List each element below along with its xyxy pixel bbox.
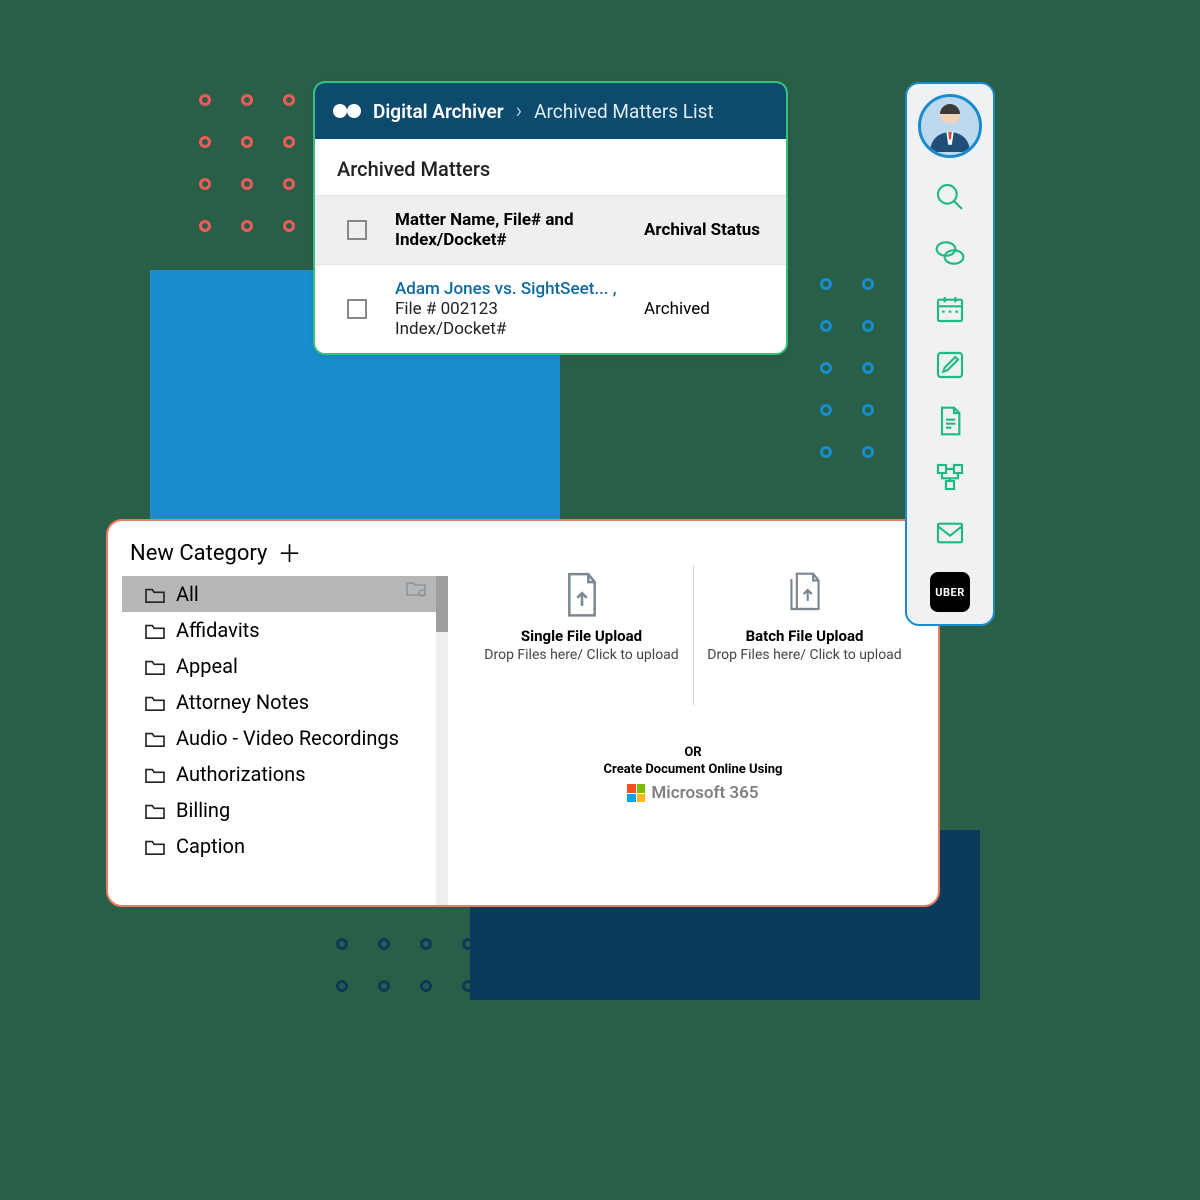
category-label: Caption <box>176 834 245 858</box>
folder-icon <box>144 729 166 747</box>
col-status: Archival Status <box>644 220 774 240</box>
category-label: Appeal <box>176 654 238 678</box>
decor-dots-blue <box>820 278 874 458</box>
row-status: Archived <box>644 299 774 319</box>
uber-label: UBER <box>935 586 965 599</box>
category-label: Billing <box>176 798 230 822</box>
table-header: Matter Name, File# and Index/Docket# Arc… <box>315 196 786 264</box>
mail-icon[interactable] <box>933 516 967 550</box>
microsoft-365-label: Microsoft 365 <box>651 783 758 803</box>
uber-app-icon[interactable]: UBER <box>930 572 970 612</box>
scroll-thumb[interactable] <box>436 576 448 632</box>
folder-icon <box>144 621 166 639</box>
matter-docket: Index/Docket# <box>395 319 636 339</box>
document-icon[interactable] <box>933 404 967 438</box>
folder-icon <box>144 837 166 855</box>
app-logo-icon <box>333 97 361 125</box>
category-label: Attorney Notes <box>176 690 309 714</box>
folder-icon <box>144 693 166 711</box>
section-title: Archived Matters <box>315 139 786 196</box>
calendar-icon[interactable] <box>933 292 967 326</box>
side-dock: UBER <box>905 82 995 626</box>
microsoft-365-button[interactable]: Microsoft 365 <box>604 783 783 803</box>
category-item[interactable]: Appeal <box>122 648 448 684</box>
category-label: Affidavits <box>176 618 260 642</box>
file-upload-icon <box>563 571 601 617</box>
archived-matters-panel: Digital Archiver › Archived Matters List… <box>313 81 788 355</box>
category-item[interactable]: Caption <box>122 828 448 864</box>
breadcrumb-current: Archived Matters List <box>534 100 714 123</box>
create-online-label: Create Document Online Using <box>604 762 783 777</box>
decor-dots-navy <box>336 938 474 992</box>
category-item[interactable]: All <box>122 576 448 612</box>
single-upload-button[interactable]: Single File Upload Drop Files here/ Clic… <box>477 561 687 705</box>
category-list: All Affidavits Appeal Attorney Notes Audio -… <box>122 576 448 864</box>
chat-icon[interactable] <box>933 236 967 270</box>
folder-icon <box>144 585 166 603</box>
batch-upload-title: Batch File Upload <box>706 627 904 645</box>
category-label: All <box>176 582 199 606</box>
or-label: OR <box>604 745 783 760</box>
files-upload-icon <box>786 571 824 617</box>
category-item[interactable]: Authorizations <box>122 756 448 792</box>
new-category-button[interactable]: New Category ＋ <box>122 535 448 576</box>
matter-link[interactable]: Adam Jones vs. SightSeet... , <box>395 279 636 299</box>
category-label: Audio - Video Recordings <box>176 726 399 750</box>
category-item[interactable]: Affidavits <box>122 612 448 648</box>
category-item[interactable]: Attorney Notes <box>122 684 448 720</box>
folder-settings-icon[interactable] <box>404 576 428 598</box>
compose-icon[interactable] <box>933 348 967 382</box>
decor-dots-red <box>199 94 295 232</box>
col-matter: Matter Name, File# and Index/Docket# <box>395 210 636 250</box>
folder-icon <box>144 765 166 783</box>
archiver-header: Digital Archiver › Archived Matters List <box>315 83 786 139</box>
select-all-checkbox[interactable] <box>347 220 367 240</box>
row-checkbox[interactable] <box>347 299 367 319</box>
upload-area: Single File Upload Drop Files here/ Clic… <box>448 521 938 905</box>
matter-file: File # 002123 <box>395 299 636 319</box>
single-upload-sub: Drop Files here/ Click to upload <box>483 647 681 663</box>
batch-upload-button[interactable]: Batch File Upload Drop Files here/ Click… <box>700 561 910 705</box>
user-avatar[interactable] <box>918 94 982 158</box>
workflow-icon[interactable] <box>933 460 967 494</box>
app-name: Digital Archiver <box>373 100 504 123</box>
documents-panel: New Category ＋ All Affidavits Appeal Attorn… <box>106 519 940 907</box>
vertical-divider <box>693 565 694 705</box>
category-item[interactable]: Billing <box>122 792 448 828</box>
search-icon[interactable] <box>933 180 967 214</box>
single-upload-title: Single File Upload <box>483 627 681 645</box>
folder-icon <box>144 801 166 819</box>
chevron-right-icon: › <box>516 99 523 124</box>
microsoft-logo-icon <box>627 784 645 802</box>
plus-icon: ＋ <box>277 542 301 566</box>
category-item[interactable]: Audio - Video Recordings <box>122 720 448 756</box>
scrollbar[interactable] <box>436 576 448 905</box>
folder-icon <box>144 657 166 675</box>
category-label: Authorizations <box>176 762 306 786</box>
new-category-label: New Category <box>130 541 267 566</box>
batch-upload-sub: Drop Files here/ Click to upload <box>706 647 904 663</box>
category-sidebar: New Category ＋ All Affidavits Appeal Attorn… <box>108 521 448 905</box>
table-row: Adam Jones vs. SightSeet... , File # 002… <box>315 264 786 353</box>
